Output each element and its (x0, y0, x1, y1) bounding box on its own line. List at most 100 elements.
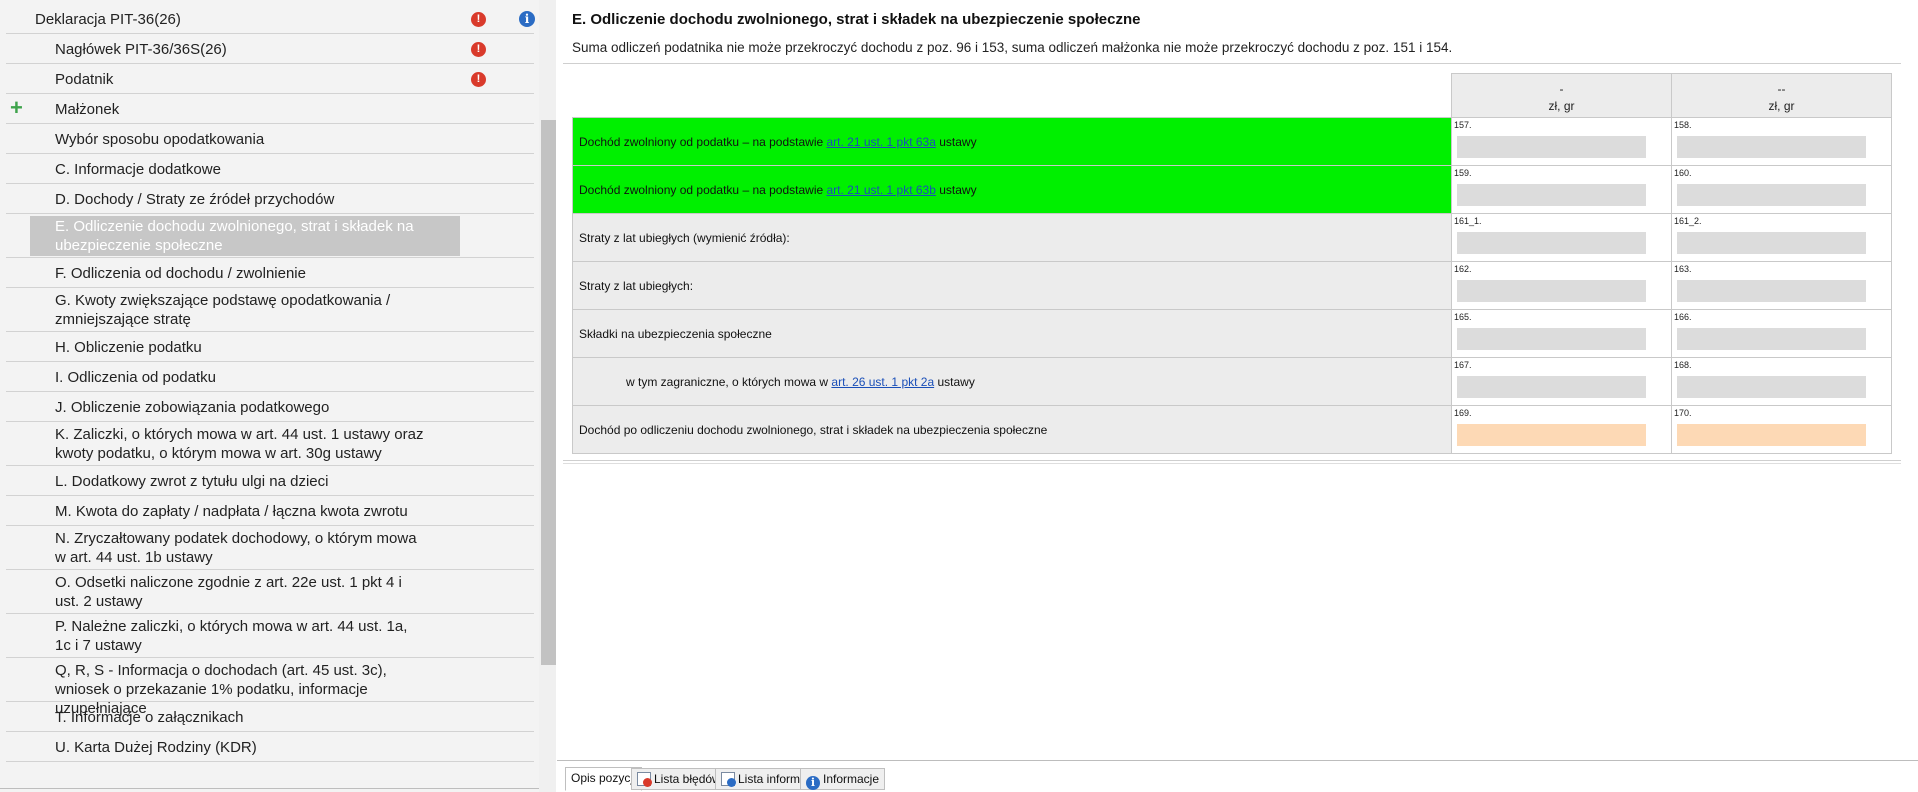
amount-input[interactable] (1457, 328, 1646, 350)
tab-label: Lista błędów (654, 772, 721, 786)
form-tree-panel: Deklaracja PIT-36(26)! i Nagłówek PIT-36/3… (0, 0, 540, 792)
column-header-label: - (1559, 82, 1564, 96)
amount-input[interactable] (1457, 136, 1646, 158)
tree-item[interactable]: H. Obliczenie podatku (6, 332, 534, 362)
row-description: Dochód zwolniony od podatku – na podstaw… (572, 165, 1452, 214)
tree-item[interactable]: N. Zryczałtowany podatek dochodowy, o kt… (6, 526, 534, 570)
field-number: 167. (1454, 360, 1472, 370)
tree-item[interactable]: M. Kwota do zapłaty / nadpłata / łączna … (6, 496, 534, 526)
amount-input[interactable] (1677, 232, 1866, 254)
row-label: w tym zagraniczne, o których mowa w (626, 374, 832, 389)
grid-row: w tym zagraniczne, o których mowa w art.… (572, 357, 1892, 406)
row-label: Straty z lat ubiegłych: (579, 278, 694, 293)
amount-cell: 166. (1671, 309, 1892, 358)
tree-item-label: T. Informacje o załącznikach (55, 709, 244, 726)
amount-input[interactable] (1677, 184, 1866, 206)
tree-item[interactable]: F. Odliczenia od dochodu / zwolnienie (6, 258, 534, 288)
tab-label: Informacje (823, 772, 880, 786)
amount-cell: 170. (1671, 405, 1892, 454)
section-note: Suma odliczeń podatnika nie może przekro… (572, 40, 1453, 55)
error-icon: ! (471, 12, 486, 27)
amount-cell: 159. (1451, 165, 1672, 214)
amount-input[interactable] (1457, 184, 1646, 206)
tree-item-label: U. Karta Dużej Rodziny (KDR) (55, 739, 257, 756)
field-number: 161_1. (1454, 216, 1482, 226)
tab-lista-błędów[interactable]: Lista błędów (631, 768, 727, 790)
tree-item[interactable]: Deklaracja PIT-36(26)! i (6, 4, 535, 34)
tree-item-label: N. Zryczałtowany podatek dochodowy, o kt… (55, 530, 417, 566)
deduction-grid: - zł, gr -- zł, gr Dochód zwolniony od pod… (572, 73, 1892, 454)
tree-item[interactable]: U. Karta Dużej Rodziny (KDR) (6, 732, 534, 762)
tree-item-label: K. Zaliczki, o których mowa w art. 44 us… (55, 426, 424, 462)
error-list-icon (637, 772, 652, 787)
tree-item[interactable]: E. Odliczenie dochodu zwolnionego, strat… (6, 214, 534, 258)
amount-input[interactable] (1457, 376, 1646, 398)
law-reference-link[interactable]: art. 21 ust. 1 pkt 63b (827, 183, 936, 197)
amount-cell: 168. (1671, 357, 1892, 406)
row-description: Dochód po odliczeniu dochodu zwolnionego… (572, 405, 1452, 454)
tree-item[interactable]: K. Zaliczki, o których mowa w art. 44 us… (6, 422, 534, 466)
tree-item[interactable]: J. Obliczenie zobowiązania podatkowego (6, 392, 534, 422)
tree-item[interactable]: Podatnik! (6, 64, 534, 94)
tree-item[interactable]: Nagłówek PIT-36/36S(26)! (6, 34, 534, 64)
row-label: Straty z lat ubiegłych (wymienić źródła)… (579, 230, 790, 245)
tree-item[interactable]: O. Odsetki naliczone zgodnie z art. 22e … (6, 570, 534, 614)
amount-input[interactable] (1677, 328, 1866, 350)
amount-cell: 167. (1451, 357, 1672, 406)
tree-item[interactable]: I. Odliczenia od podatku (6, 362, 534, 392)
amount-input[interactable] (1677, 136, 1866, 158)
amount-input[interactable] (1677, 280, 1866, 302)
tree-item-label: I. Odliczenia od podatku (55, 369, 216, 386)
section-title: E. Odliczenie dochodu zwolnionego, strat… (572, 11, 1141, 28)
tab-informacje[interactable]: i Informacje (800, 768, 886, 790)
bottom-tab-bar: Opis pozycji Lista błędów Lista informacji… (557, 760, 1918, 792)
tree-item[interactable]: T. Informacje o załącznikach (6, 702, 534, 732)
tree-item[interactable]: G. Kwoty zwiększające podstawę opodatkow… (6, 288, 534, 332)
info-icon: i (806, 776, 820, 790)
amount-input[interactable] (1457, 424, 1646, 446)
field-number: 159. (1454, 168, 1472, 178)
tree-item[interactable]: D. Dochody / Straty ze źródeł przychodów (6, 184, 534, 214)
info-icon[interactable]: i (519, 11, 535, 27)
tree-item[interactable]: + Małżonek (6, 94, 534, 124)
tree-item-label: E. Odliczenie dochodu zwolnionego, strat… (55, 218, 414, 254)
amount-cell: 158. (1671, 117, 1892, 166)
tree-item[interactable]: Wybór sposobu opodatkowania (6, 124, 534, 154)
amount-cell: 161_2. (1671, 213, 1892, 262)
amount-input[interactable] (1677, 376, 1866, 398)
law-reference-link[interactable]: art. 21 ust. 1 pkt 63a (827, 135, 936, 149)
amount-cell: 165. (1451, 309, 1672, 358)
grid-row: Dochód zwolniony od podatku – na podstaw… (572, 165, 1892, 214)
tree-item-label: L. Dodatkowy zwrot z tytułu ulgi na dzie… (55, 473, 329, 490)
tree-item[interactable]: L. Dodatkowy zwrot z tytułu ulgi na dzie… (6, 466, 534, 496)
add-icon[interactable]: + (10, 97, 23, 119)
field-number: 166. (1674, 312, 1692, 322)
column-unit-label: zł, gr (1768, 99, 1795, 113)
tree-item-label: G. Kwoty zwiększające podstawę opodatkow… (55, 292, 391, 328)
grid-row: Straty z lat ubiegłych: 162. 163. (572, 261, 1892, 310)
amount-input[interactable] (1457, 232, 1646, 254)
tree-item[interactable]: Q, R, S - Informacja o dochodach (art. 4… (6, 658, 534, 717)
content-scrollbar[interactable] (1901, 0, 1918, 760)
tree-item-label: J. Obliczenie zobowiązania podatkowego (55, 399, 330, 416)
field-number: 169. (1454, 408, 1472, 418)
grid-row: Składki na ubezpieczenia społeczne 165. 16… (572, 309, 1892, 358)
law-reference-link[interactable]: art. 26 ust. 1 pkt 2a (831, 375, 934, 389)
tree-item[interactable]: P. Należne zaliczki, o których mowa w ar… (6, 614, 534, 658)
field-number: 160. (1674, 168, 1692, 178)
amount-cell: 163. (1671, 261, 1892, 310)
row-label-suffix: ustawy (935, 182, 977, 197)
column-header-taxpayer: - zł, gr (1451, 73, 1672, 118)
tree-item[interactable]: C. Informacje dodatkowe (6, 154, 534, 184)
tree-scrollbar-thumb[interactable] (541, 120, 556, 665)
field-number: 162. (1454, 264, 1472, 274)
row-description: Dochód zwolniony od podatku – na podstaw… (572, 117, 1452, 166)
amount-cell: 160. (1671, 165, 1892, 214)
tree-bottom-divider (0, 788, 540, 789)
tab-label: Opis pozycji (571, 771, 636, 785)
amount-cell: 162. (1451, 261, 1672, 310)
amount-input[interactable] (1677, 424, 1866, 446)
error-icon: ! (471, 42, 486, 57)
amount-input[interactable] (1457, 280, 1646, 302)
tree-item-label: H. Obliczenie podatku (55, 339, 202, 356)
